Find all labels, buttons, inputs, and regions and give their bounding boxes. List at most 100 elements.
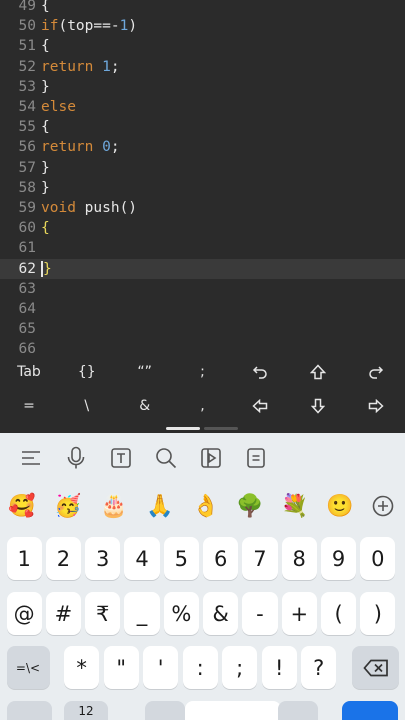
menu-icon[interactable] — [18, 445, 44, 471]
ampersand-key[interactable]: & — [116, 390, 174, 422]
emoji-suggestion[interactable]: 🌳 — [233, 489, 267, 523]
code-line[interactable]: 58} — [0, 178, 405, 198]
code-line[interactable]: 55 { — [0, 117, 405, 137]
code-line[interactable]: 65 — [0, 319, 405, 339]
line-number: 55 — [18, 119, 36, 136]
code-text: if(top==-1) — [41, 18, 138, 35]
line-number: 56 — [18, 139, 36, 156]
line-number: 66 — [18, 341, 36, 355]
tab-key[interactable]: Tab — [0, 356, 58, 388]
key-symbol[interactable]: ( — [320, 592, 357, 635]
text-format-icon[interactable] — [108, 445, 134, 471]
pager-indicator — [204, 427, 238, 430]
key-symbol[interactable]: * — [64, 646, 100, 689]
arrow-down-key[interactable] — [289, 390, 347, 422]
code-line[interactable]: 57} — [0, 158, 405, 178]
semicolon-key[interactable]: ; — [174, 356, 232, 388]
code-text: } — [41, 78, 50, 95]
key-8[interactable]: 8 — [281, 537, 317, 580]
emoji-suggestion[interactable]: 🙏 — [143, 489, 177, 523]
code-line[interactable]: 56 return 0; — [0, 137, 405, 157]
code-line[interactable]: 53} — [0, 77, 405, 97]
key-1[interactable]: 1 — [6, 537, 42, 580]
key-symbol[interactable]: - — [242, 592, 278, 635]
code-line[interactable]: 61 — [0, 238, 405, 258]
enter-key[interactable] — [342, 701, 398, 720]
code-line[interactable]: 62} — [0, 258, 405, 279]
key-9[interactable]: 9 — [320, 537, 357, 580]
line-number: 58 — [18, 179, 36, 196]
clipboard-icon[interactable] — [243, 445, 269, 471]
key-symbol[interactable]: + — [281, 592, 317, 635]
backspace-key[interactable] — [352, 646, 399, 689]
backslash-key[interactable]: \ — [58, 390, 116, 422]
emoji-suggestion[interactable]: 👌 — [189, 489, 223, 523]
search-icon[interactable] — [153, 445, 179, 471]
emoji-suggestion[interactable]: 💐 — [278, 489, 312, 523]
comma-key[interactable]: , — [174, 390, 232, 422]
key-symbol[interactable]: # — [45, 592, 82, 635]
code-line[interactable]: 54 else — [0, 97, 405, 117]
emoji-suggestion[interactable]: 🥳 — [51, 489, 85, 523]
emoji-suggestion[interactable]: 🎂 — [97, 489, 131, 523]
key-symbol[interactable]: ' — [143, 646, 179, 689]
code-text: return 1; — [41, 58, 120, 75]
emoji-suggestion[interactable]: 🥰 — [5, 489, 39, 523]
key-symbol[interactable]: : — [182, 646, 218, 689]
key-symbol[interactable]: ) — [360, 592, 396, 635]
shift-key[interactable] — [289, 356, 347, 388]
key-symbol[interactable]: @ — [6, 592, 42, 635]
key-symbol[interactable]: ! — [261, 646, 297, 689]
symbols-page-toggle[interactable]: =\< — [6, 646, 50, 689]
plus-circle-icon[interactable] — [366, 489, 400, 523]
line-number: 59 — [18, 200, 36, 216]
code-line[interactable]: 50 if(top==-1) — [0, 16, 405, 36]
code-line[interactable]: 59 void push() — [0, 198, 405, 218]
key-7[interactable]: 7 — [242, 537, 278, 580]
period-key-bottom[interactable] — [278, 701, 318, 720]
code-line[interactable]: 66 — [0, 339, 405, 355]
code-line[interactable]: 51 { — [0, 36, 405, 56]
quotes-key[interactable]: “” — [116, 356, 174, 388]
key-symbol[interactable]: " — [103, 646, 139, 689]
extra-keys-bar: Tab {} “” ; = \ & , — [0, 355, 405, 433]
key-5[interactable]: 5 — [163, 537, 199, 580]
arrow-left-icon — [252, 399, 268, 413]
key-symbol[interactable]: % — [163, 592, 199, 635]
key-symbol[interactable]: ; — [222, 646, 258, 689]
line-number: 54 — [18, 99, 36, 115]
space-key[interactable] — [185, 701, 281, 720]
code-text: } — [41, 260, 52, 277]
redo-key[interactable] — [347, 356, 405, 388]
key-2[interactable]: 2 — [45, 537, 82, 580]
key-symbol[interactable]: ? — [301, 646, 337, 689]
code-editor[interactable]: 49{50 if(top==-1) 51{52 return 1; 53} 54 else 5… — [0, 0, 405, 355]
comma-key-bottom[interactable] — [145, 701, 185, 720]
key-3[interactable]: 3 — [85, 537, 121, 580]
key-symbol[interactable]: _ — [124, 592, 160, 635]
symbols-toggle-key[interactable] — [6, 701, 52, 720]
key-symbol[interactable]: ₹ — [85, 592, 121, 635]
code-text: void push() — [41, 200, 138, 216]
microphone-icon[interactable] — [63, 445, 89, 471]
gif-icon[interactable] — [198, 445, 224, 471]
undo-key[interactable] — [231, 356, 289, 388]
line-number: 64 — [18, 301, 36, 317]
braces-key[interactable]: {} — [58, 356, 116, 388]
code-line[interactable]: 64 — [0, 299, 405, 319]
key-symbol[interactable]: & — [203, 592, 239, 635]
key-6[interactable]: 6 — [203, 537, 239, 580]
code-line[interactable]: 52 return 1; — [0, 57, 405, 77]
emoji-suggestion[interactable]: 🙂 — [323, 489, 357, 523]
equals-key[interactable]: = — [0, 390, 58, 422]
code-line[interactable]: 63 — [0, 279, 405, 299]
key-0[interactable]: 0 — [360, 537, 396, 580]
line-number: 65 — [18, 321, 36, 338]
backspace-icon — [362, 659, 388, 676]
code-line[interactable]: 49 { — [0, 0, 405, 16]
key-4[interactable]: 4 — [124, 537, 160, 580]
arrow-right-key[interactable] — [347, 390, 405, 422]
arrow-left-key[interactable] — [231, 390, 289, 422]
code-line[interactable]: 60 { — [0, 218, 405, 238]
numbers-toggle-key[interactable]: 12 — [64, 701, 108, 720]
